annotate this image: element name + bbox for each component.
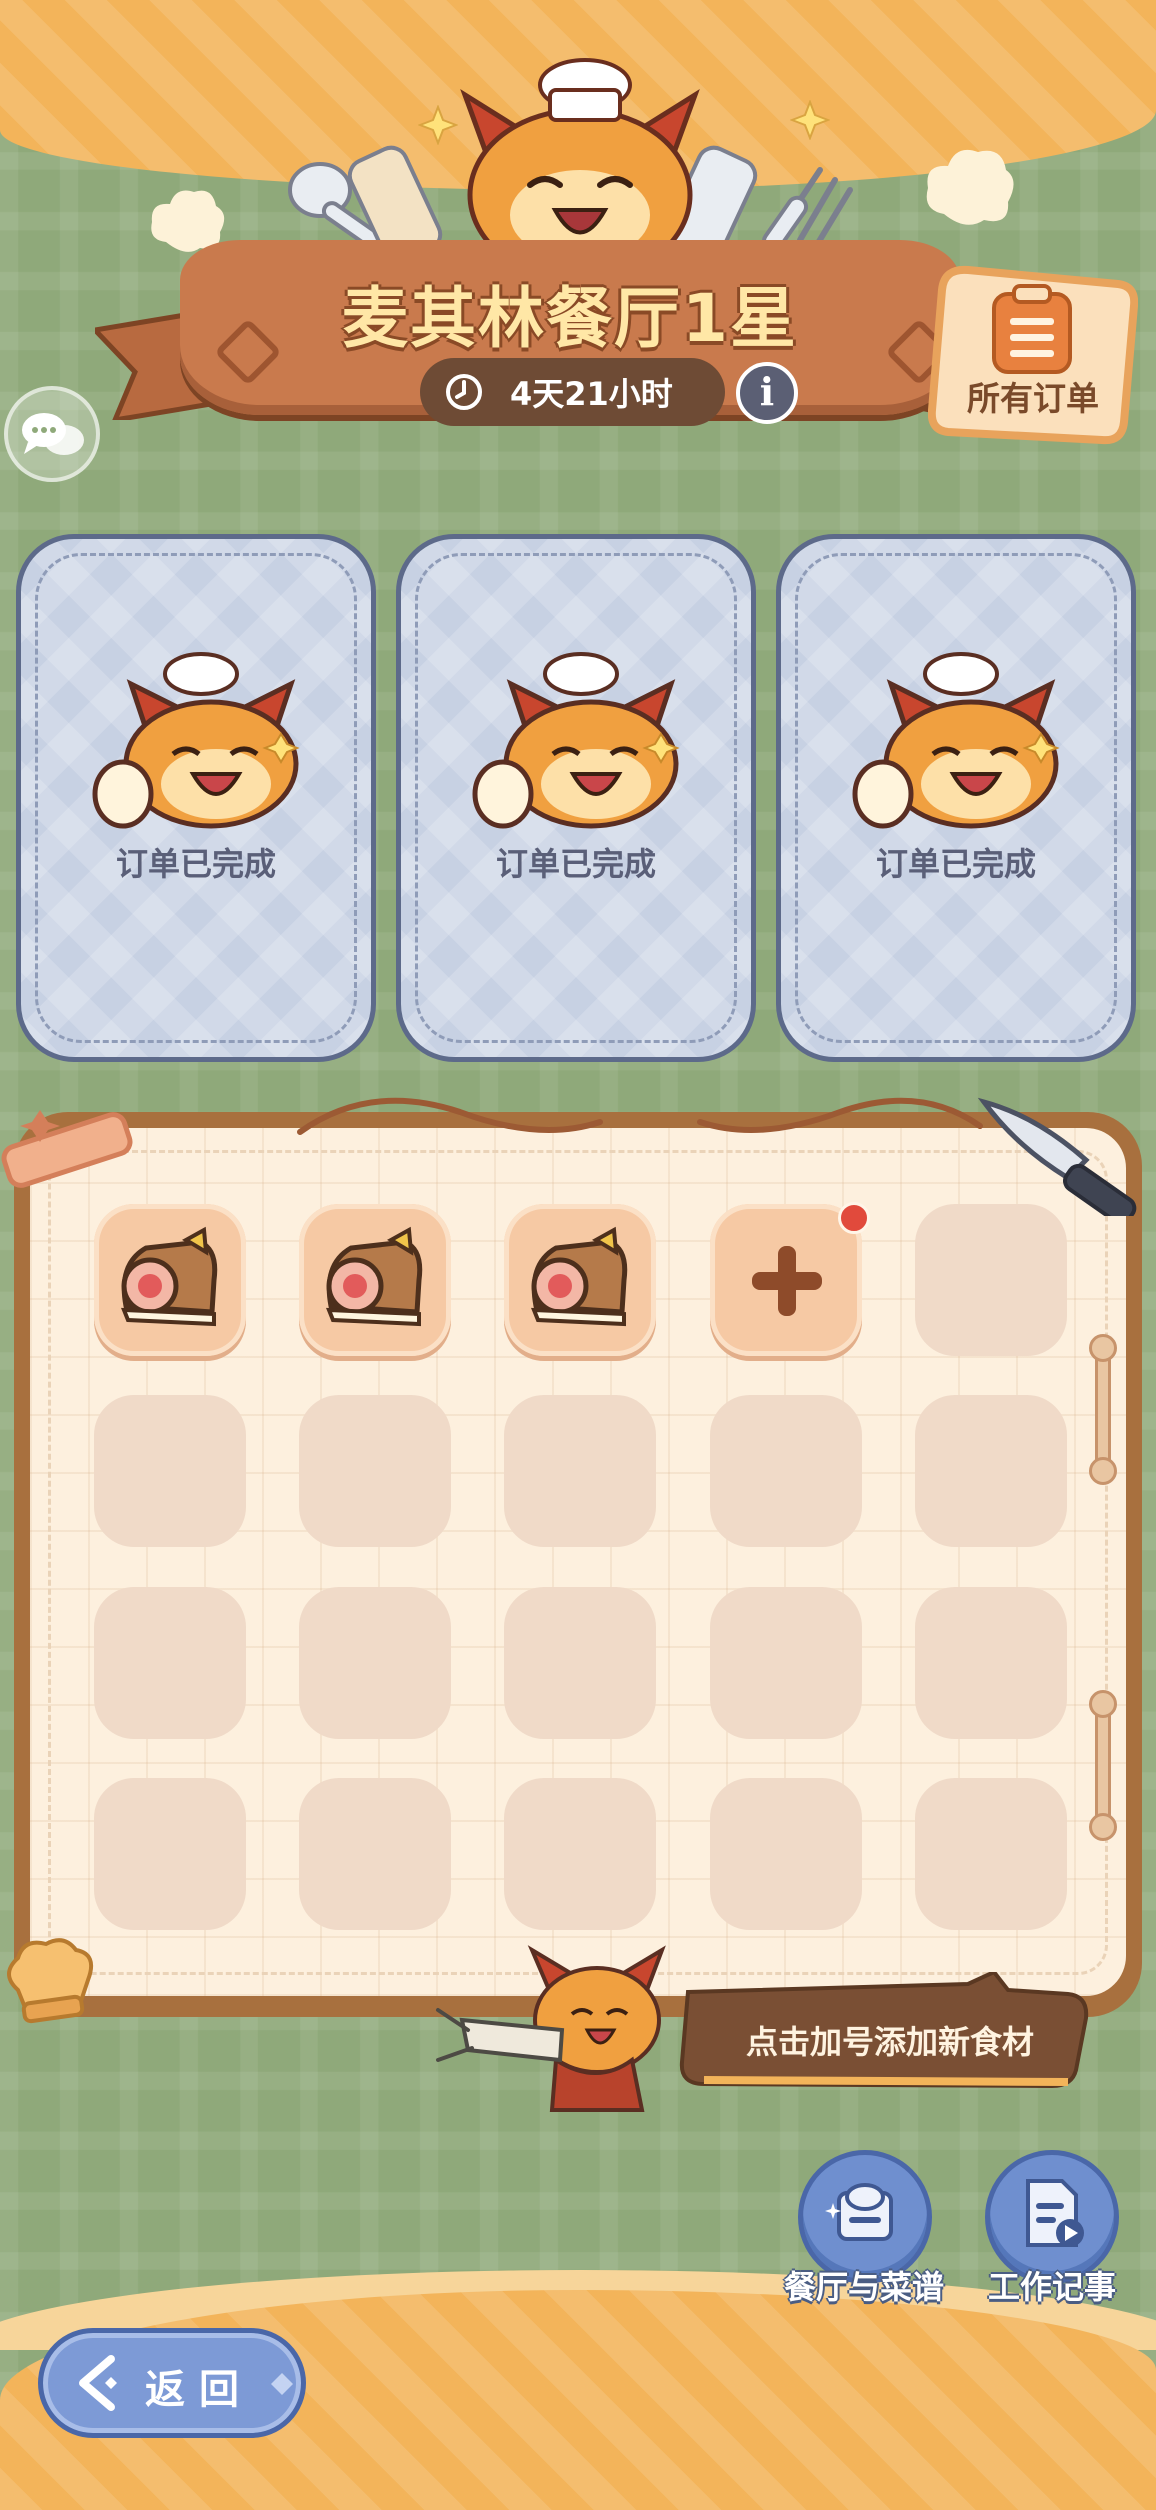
order-card[interactable]: 订单已完成 — [16, 534, 376, 1062]
notes-icon — [1026, 2179, 1084, 2247]
info-icon[interactable]: i — [736, 362, 798, 424]
order-status: 订单已完成 — [875, 845, 1036, 883]
countdown-timer: 4天21小时 — [420, 358, 725, 426]
cloud-decoration — [926, 149, 1014, 225]
rail-knob — [1089, 1690, 1117, 1718]
back-button[interactable]: 返回 — [38, 2328, 306, 2438]
ingredient-slot-empty[interactable] — [94, 1778, 246, 1930]
restaurant-menu-label: 餐厅与菜谱 — [783, 2268, 944, 2306]
rail-knob — [1089, 1813, 1117, 1841]
timer-text: 4天21小时 — [510, 375, 673, 413]
fox-megaphone-mascot — [436, 1945, 666, 2112]
thumbs-up-fox-icon — [852, 652, 1060, 829]
order-status: 订单已完成 — [495, 845, 656, 883]
ingredient-slot-empty[interactable] — [504, 1778, 656, 1930]
chat-button[interactable] — [4, 386, 100, 482]
diamond-icon — [271, 2373, 293, 2395]
ingredient-slot-empty[interactable] — [915, 1204, 1067, 1356]
hint-text: 点击加号添加新食材 — [745, 2023, 1034, 2061]
thumbs-up-fox-icon — [92, 652, 300, 829]
meat-roll-icon — [325, 1226, 423, 1327]
ingredient-slot-empty[interactable] — [710, 1395, 862, 1547]
add-ingredient-button[interactable] — [710, 1204, 862, 1356]
clock-icon — [446, 374, 482, 410]
clipboard-icon — [992, 284, 1072, 374]
scrollbar-handle[interactable] — [1089, 1457, 1117, 1485]
recipe-book-icon — [825, 2183, 893, 2241]
ingredient-slot-empty[interactable] — [299, 1778, 451, 1930]
meat-roll-icon — [120, 1226, 218, 1327]
ingredient-slot-empty[interactable] — [915, 1395, 1067, 1547]
ingredient-slot[interactable] — [504, 1204, 656, 1356]
chef-hat-icon — [7, 1938, 93, 2024]
ingredient-slot-empty[interactable] — [915, 1587, 1067, 1739]
order-card[interactable]: 订单已完成 — [776, 534, 1136, 1062]
order-card[interactable]: 订单已完成 — [396, 534, 756, 1062]
plus-icon — [752, 1246, 822, 1316]
all-orders-label: 所有订单 — [967, 379, 1099, 418]
clip-decoration — [1, 1110, 133, 1188]
thumbs-up-fox-icon — [472, 652, 680, 829]
chat-icon — [22, 413, 84, 455]
back-arrow-icon — [79, 2355, 117, 2411]
scrollbar-handle[interactable] — [1089, 1334, 1117, 1362]
chef-fox-mascot — [460, 58, 700, 255]
knife-decoration — [977, 1097, 1137, 1216]
ingredient-slot-empty[interactable] — [94, 1395, 246, 1547]
ingredient-slot-empty[interactable] — [299, 1587, 451, 1739]
ingredient-slot-empty[interactable] — [504, 1587, 656, 1739]
ingredient-slot[interactable] — [299, 1204, 451, 1356]
ingredient-slot-empty[interactable] — [94, 1587, 246, 1739]
rope-decoration — [297, 1097, 983, 1135]
ingredient-slot-empty[interactable] — [504, 1395, 656, 1547]
page-title: 麦其林餐厅1星 — [342, 280, 798, 357]
work-notes-label: 工作记事 — [987, 2268, 1116, 2306]
all-orders-button[interactable]: 所有订单 — [928, 262, 1138, 447]
ingredient-slot[interactable] — [94, 1204, 246, 1356]
back-label: 返回 — [145, 2367, 253, 2413]
ingredient-slot-empty[interactable] — [299, 1395, 451, 1547]
notification-dot — [838, 1202, 870, 1234]
ingredient-slot-empty[interactable] — [710, 1587, 862, 1739]
ingredient-slot-empty[interactable] — [915, 1778, 1067, 1930]
ingredient-slot-empty[interactable] — [710, 1778, 862, 1930]
meat-roll-icon — [530, 1226, 628, 1327]
order-status: 订单已完成 — [115, 845, 276, 883]
